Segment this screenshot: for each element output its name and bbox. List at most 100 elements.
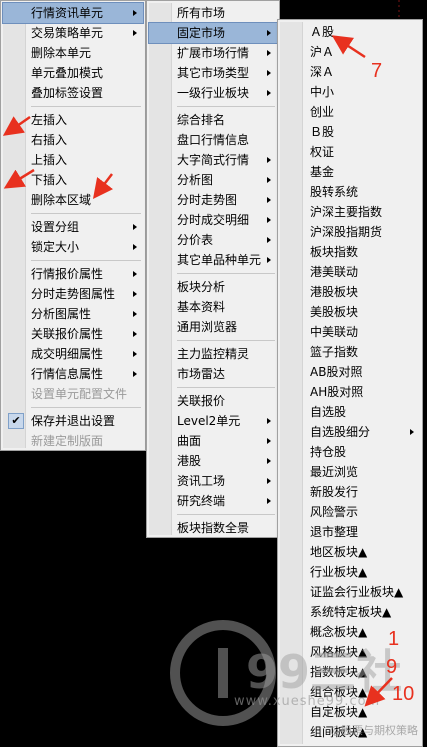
menu2-item[interactable]: 港股 (149, 451, 277, 471)
menu1-item[interactable]: 单元叠加模式 (3, 63, 143, 83)
menu3-item[interactable]: 自选股细分 (280, 422, 420, 442)
menu-item-label: 星空图 (177, 541, 214, 555)
menu1-item[interactable]: 左插入 (3, 110, 143, 130)
menu2-item[interactable]: 板块分析 (149, 277, 277, 297)
menu2-item[interactable]: 板块指数全景 (149, 518, 277, 538)
menu3-item[interactable]: 系统特定板块▲ (280, 602, 420, 622)
menu1-item[interactable]: 删除本区域 (3, 190, 143, 210)
menu3-item[interactable]: 创业 (280, 102, 420, 122)
menu3-item[interactable]: 美股板块 (280, 302, 420, 322)
menu2-item[interactable]: 扩展市场行情 (149, 43, 277, 63)
menu3-item[interactable]: AH股对照 (280, 382, 420, 402)
menu1-item[interactable]: 删除本单元 (3, 43, 143, 63)
menu3-item[interactable]: 中美联动 (280, 322, 420, 342)
menu3-item[interactable]: 地区板块▲ (280, 542, 420, 562)
menu3-item[interactable]: 组间板块▲ (280, 722, 420, 742)
context-menu-main: 行情资讯单元交易策略单元删除本单元 单元叠加模式叠加标签设置左插入 右插入 上插入 下插… (0, 0, 146, 488)
menu2-item[interactable]: 一级行业板块 (149, 83, 277, 103)
menu-item-label: 指数板块▲ (310, 665, 368, 679)
menu-item-label: 交易策略单元 (31, 26, 104, 40)
menu1-item[interactable]: 行情报价属性 (3, 264, 143, 284)
menu2-item[interactable]: 分时成交明细 (149, 210, 277, 230)
menu-item-label: 新股发行 (310, 485, 359, 499)
menu3-item[interactable]: 行业板块▲ (280, 562, 420, 582)
menu3-item[interactable]: 新股发行 (280, 482, 420, 502)
menu2-item[interactable]: 其它市场类型 (149, 63, 277, 83)
menu3-item[interactable]: 沪深股指期货 (280, 222, 420, 242)
menu3-item[interactable]: 最近浏览 (280, 462, 420, 482)
menu1-item[interactable]: 行情资讯单元 (2, 2, 144, 24)
menu1-item[interactable]: 分析图属性 (3, 304, 143, 324)
menu2-item[interactable]: 分价表 (149, 230, 277, 250)
menu-item-label: 行业板块▲ (310, 565, 368, 579)
menu2-item[interactable]: 分析图 (149, 170, 277, 190)
menu1-item[interactable]: 成交明细属性 (3, 344, 143, 364)
submenu-arrow-icon (133, 351, 137, 357)
menu-item-label: 板块指数 (310, 245, 359, 259)
menu1-item[interactable]: 交易策略单元 (3, 23, 143, 43)
menu-item-label: 固定市场 (177, 26, 226, 40)
menu-item-label: 分析图属性 (31, 307, 92, 321)
menu1-item[interactable]: 修改版面信息 (3, 471, 143, 491)
menu3-item[interactable]: 指数板块▲ (280, 662, 420, 682)
menu2-item[interactable]: 其它单品种单元 (149, 250, 277, 270)
menu1-item[interactable]: 叠加标签设置 (3, 83, 143, 103)
menu2-item[interactable]: 主力监控精灵 (149, 344, 277, 364)
menu2-item[interactable]: 资讯工场 (149, 471, 277, 491)
menu3-item[interactable]: Ａ股 (280, 22, 420, 42)
menu2-item[interactable]: 综合排名 (149, 110, 277, 130)
menu1-item[interactable]: 设置分组 (3, 217, 143, 237)
menu3-item[interactable]: 风险警示 (280, 502, 420, 522)
menu3-item[interactable]: AB股对照 (280, 362, 420, 382)
menu2-item[interactable]: 通用浏览器 (149, 317, 277, 337)
menu3-item[interactable]: 板块指数 (280, 242, 420, 262)
menu2-item[interactable]: 所有市场 (149, 3, 277, 23)
menu2-item[interactable]: 基本资料 (149, 297, 277, 317)
menu2-item[interactable]: 大字简式行情 (149, 150, 277, 170)
menu2-item[interactable]: Level2单元 (149, 411, 277, 431)
menu3-item[interactable]: 港股板块 (280, 282, 420, 302)
menu2-item[interactable]: 曲面 (149, 431, 277, 451)
menu2-item[interactable]: 星空图 (149, 538, 277, 558)
menu2-item[interactable]: 分时走势图 (149, 190, 277, 210)
menu1-item[interactable]: 分时走势图属性 (3, 284, 143, 304)
menu1-item[interactable]: 关联报价属性 (3, 324, 143, 344)
menu-item-label: 叠加标签设置 (31, 86, 104, 100)
menu-item-label: 分价表 (177, 233, 214, 247)
annotation-1: 1 (388, 628, 400, 650)
menu1-item[interactable]: 上插入 (3, 150, 143, 170)
menu3-item[interactable]: Ｂ股 (280, 122, 420, 142)
menu1-item[interactable]: 右插入 (3, 130, 143, 150)
menu3-item[interactable]: 基金 (280, 162, 420, 182)
menu1-item[interactable]: ✔ 保存并退出设置 (3, 411, 143, 431)
menu-item-label: 板块分析 (177, 280, 226, 294)
menu3-item[interactable]: 持仓股 (280, 442, 420, 462)
menu3-item[interactable]: 沪Ａ (280, 42, 420, 62)
menu3-item[interactable]: 深Ａ (280, 62, 420, 82)
menu3-item[interactable]: 沪深主要指数 (280, 202, 420, 222)
menu3-item[interactable]: 权证 (280, 142, 420, 162)
menu1-item[interactable]: 行情信息属性 (3, 364, 143, 384)
menu2-item[interactable]: 固定市场 (148, 22, 278, 44)
menu3-item[interactable]: 篮子指数 (280, 342, 420, 362)
menu1-item[interactable]: 下插入 (3, 170, 143, 190)
menu3-item[interactable]: 退市整理 (280, 522, 420, 542)
menu3-item[interactable]: 自选股 (280, 402, 420, 422)
submenu-arrow-icon (267, 177, 271, 183)
menu2-item[interactable]: 关联报价 (149, 391, 277, 411)
menu1-item[interactable]: 锁定大小 (3, 237, 143, 257)
menu3-item[interactable]: 证监会行业板块▲ (280, 582, 420, 602)
menu-item-label: 美股板块 (310, 305, 359, 319)
menu-separator (3, 257, 143, 264)
menu3-item[interactable]: 股转系统 (280, 182, 420, 202)
menu2-item[interactable]: 盘口行情信息 (149, 130, 277, 150)
submenu-arrow-icon (133, 291, 137, 297)
menu2-item[interactable]: 市场雷达 (149, 364, 277, 384)
menu1-item: 新建定制版面 (3, 431, 143, 451)
menu2-item[interactable]: 研究终端 (149, 491, 277, 511)
menu-item-label: 一级行业板块 (177, 86, 250, 100)
menu3-item[interactable]: 中小 (280, 82, 420, 102)
menu1-item[interactable]: 删除当前版面 (3, 451, 143, 471)
menu-item-label: 分析图 (177, 173, 214, 187)
menu3-item[interactable]: 港美联动 (280, 262, 420, 282)
